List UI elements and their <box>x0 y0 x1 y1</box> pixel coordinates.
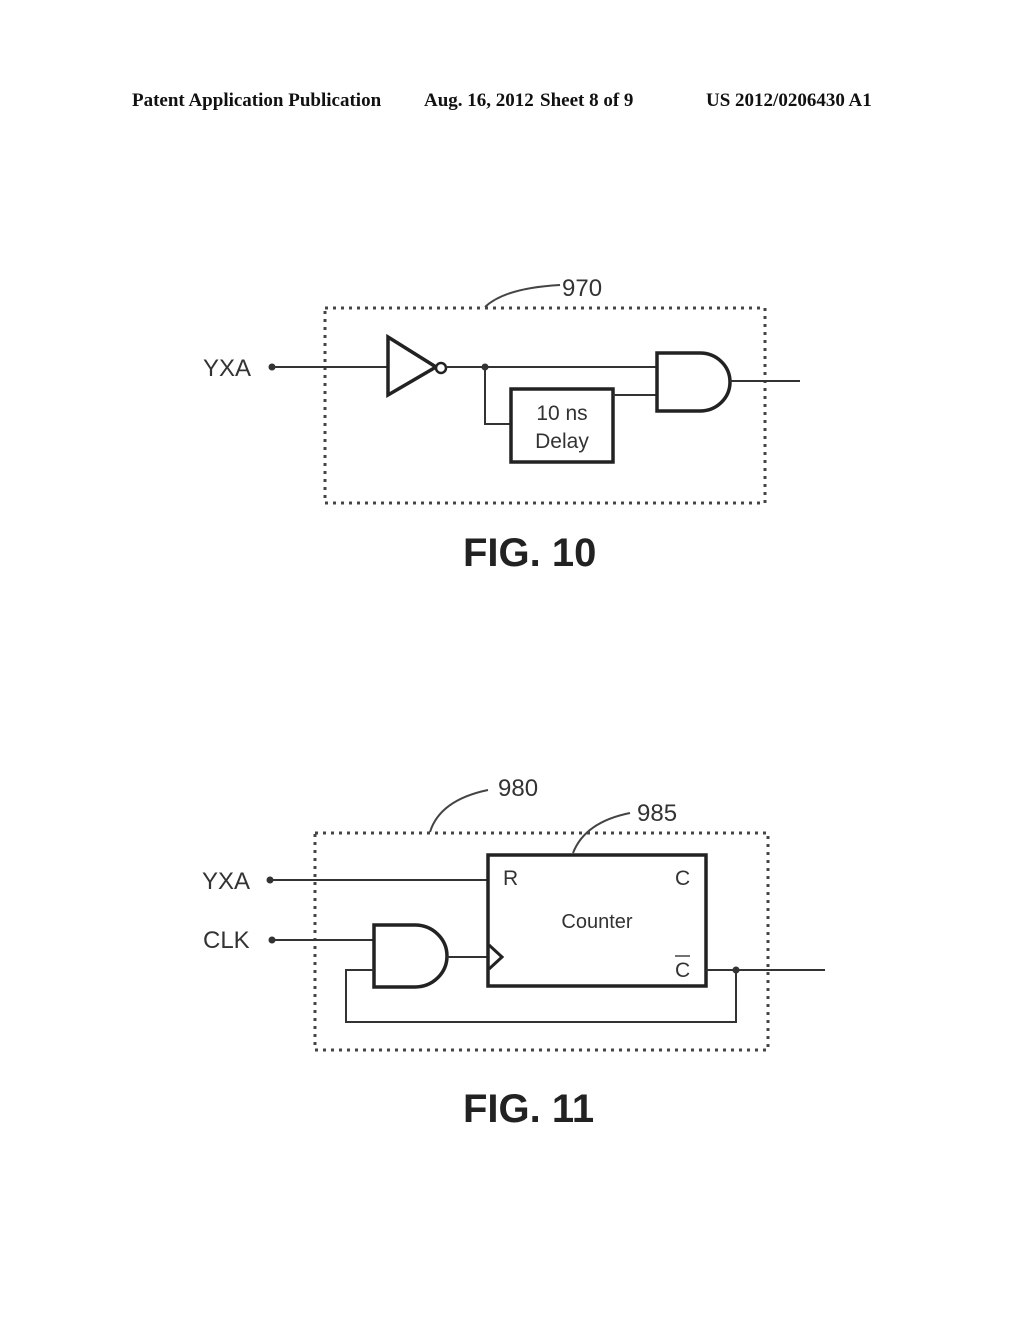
fig10-leader-970 <box>484 284 561 308</box>
fig10-and-gate <box>655 351 732 413</box>
fig10-diagram: 970 YXA 10 ns Delay FIG. 10 <box>203 275 800 575</box>
fig11-leader-980 <box>429 789 489 833</box>
fig10-caption: FIG. 10 <box>463 531 596 575</box>
fig10-ref-970: 970 <box>562 275 602 302</box>
counter-pin-r: R <box>503 867 518 890</box>
fig11-yxa-label: YXA <box>202 868 250 895</box>
counter-pin-cbar: C <box>675 959 690 982</box>
fig11-diagram: 980 985 YXA CLK R C Counter C FIG. 11 <box>202 775 825 1131</box>
figure-canvas: 970 YXA 10 ns Delay FIG. 10 980 985 YXA … <box>202 275 825 1131</box>
fig11-ref-985: 985 <box>637 800 677 827</box>
delay-label-line1: 10 ns <box>536 402 587 425</box>
inverter-gate <box>386 333 440 399</box>
counter-label: Counter <box>561 911 632 933</box>
fig11-ref-980: 980 <box>498 775 538 802</box>
counter-pin-c: C <box>675 867 690 890</box>
fig10-delay-branch-wire <box>484 367 511 425</box>
delay-label-line2: Delay <box>535 430 589 453</box>
inverter-bubble <box>434 361 448 375</box>
fig10-input-label: YXA <box>203 355 251 382</box>
fig11-clk-label: CLK <box>203 927 250 954</box>
fig11-and-gate <box>372 923 449 989</box>
fig11-caption: FIG. 11 <box>463 1087 594 1131</box>
